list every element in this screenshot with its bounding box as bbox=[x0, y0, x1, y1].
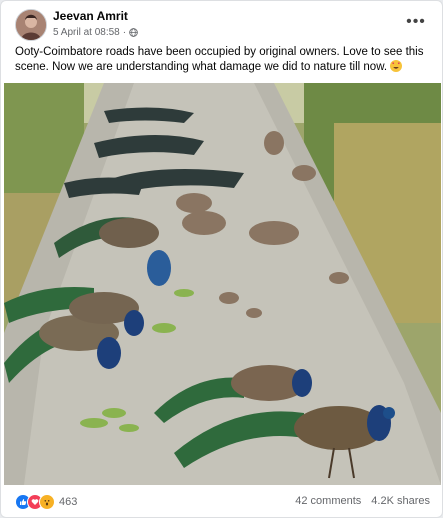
comments-link[interactable]: 42 comments bbox=[295, 495, 361, 507]
globe-icon bbox=[129, 28, 138, 37]
post-message: Ooty-Coimbatore roads have been occupied… bbox=[15, 46, 424, 73]
post-header: Jeevan Amrit 5 April at 08:58 · ••• bbox=[1, 1, 442, 43]
post-text: Ooty-Coimbatore roads have been occupied… bbox=[15, 45, 427, 75]
author-name[interactable]: Jeevan Amrit bbox=[53, 9, 128, 23]
reaction-count: 463 bbox=[59, 496, 78, 508]
avatar-image bbox=[16, 10, 46, 40]
shares-link[interactable]: 4.2K shares bbox=[371, 495, 430, 507]
wow-icon bbox=[39, 494, 55, 510]
heart-eyes-emoji bbox=[390, 60, 403, 72]
author-avatar[interactable] bbox=[15, 9, 47, 41]
more-options-icon: ••• bbox=[406, 13, 426, 30]
post-photo[interactable] bbox=[4, 83, 441, 485]
reactions-summary[interactable]: 463 bbox=[15, 494, 77, 510]
peacocks-on-road-photo bbox=[4, 83, 441, 485]
post-timestamp[interactable]: 5 April at 08:58 bbox=[53, 27, 120, 38]
post-footer: 463 42 comments 4.2K shares bbox=[1, 487, 442, 517]
more-options-button[interactable]: ••• bbox=[404, 10, 428, 34]
post-card: Jeevan Amrit 5 April at 08:58 · ••• Ooty… bbox=[0, 0, 443, 518]
post-stats: 42 comments 4.2K shares bbox=[295, 495, 430, 507]
post-meta: 5 April at 08:58 · bbox=[53, 27, 138, 38]
